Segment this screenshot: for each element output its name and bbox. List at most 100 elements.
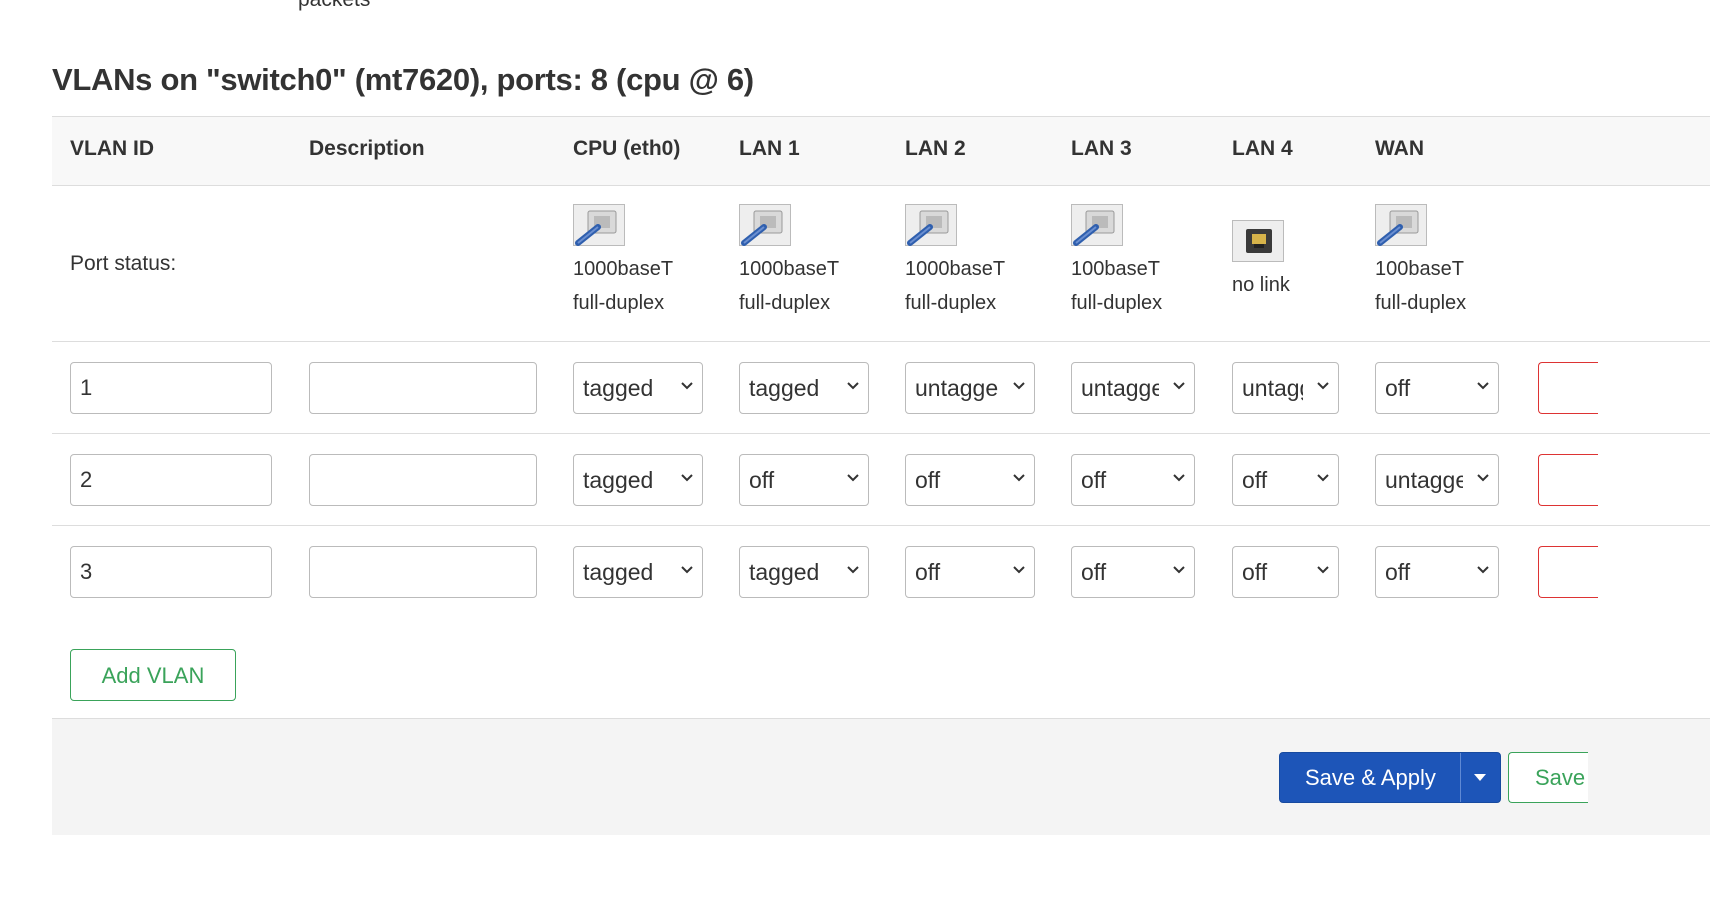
port-duplex: full-duplex (573, 292, 665, 314)
wan-port-select[interactable]: off (1375, 546, 1499, 598)
chevron-down-icon (1013, 566, 1025, 574)
select-value: off (1081, 467, 1107, 493)
ethernet-connected-icon (1071, 204, 1123, 246)
cpu-port-select[interactable]: tagged (573, 546, 703, 598)
section-title: VLANs on "switch0" (mt7620), ports: 8 (c… (52, 62, 754, 97)
table-header: VLAN ID Description CPU (eth0) LAN 1 LAN… (52, 117, 1710, 186)
select-value: tagged (583, 559, 654, 585)
chevron-down-icon (1173, 382, 1185, 390)
delete-vlan-button[interactable] (1538, 546, 1598, 598)
ethernet-connected-icon (1375, 204, 1427, 246)
port-speed: 1000baseT (739, 258, 840, 280)
lan2-port-select[interactable]: untagged (905, 362, 1035, 414)
wan-port-select[interactable]: off (1375, 362, 1499, 414)
select-value: untagged (1242, 375, 1303, 401)
chevron-down-icon (1477, 382, 1489, 390)
column-header-vlan-id: VLAN ID (70, 137, 154, 160)
select-value: untagged (1385, 467, 1463, 493)
column-header-lan4: LAN 4 (1232, 137, 1293, 160)
chevron-down-icon (681, 566, 693, 574)
chevron-down-icon (681, 382, 693, 390)
lan3-port-select[interactable]: off (1071, 546, 1195, 598)
port-duplex: full-duplex (1375, 292, 1467, 314)
port-status-lan2: 1000baseT full-duplex (905, 204, 1055, 320)
port-speed: 1000baseT (905, 258, 1006, 280)
add-vlan-button[interactable]: Add VLAN (70, 649, 236, 701)
chevron-down-icon (681, 474, 693, 482)
vlan-row: 1 tagged tagged untagged untagged untagg… (52, 342, 1710, 434)
page-actions-footer: Save & Apply Save (52, 718, 1710, 835)
port-duplex: full-duplex (739, 292, 831, 314)
port-status-lan3: 100baseT full-duplex (1071, 204, 1221, 320)
select-value: untagged (1081, 375, 1159, 401)
vlan-table: VLAN ID Description CPU (eth0) LAN 1 LAN… (52, 116, 1710, 719)
lan4-port-select[interactable]: off (1232, 546, 1339, 598)
chevron-down-icon (1317, 566, 1329, 574)
previous-section-text: packets (298, 0, 370, 12)
port-speed: no link (1232, 274, 1290, 296)
chevron-down-icon (847, 382, 859, 390)
chevron-down-icon (1477, 566, 1489, 574)
chevron-down-icon (1013, 474, 1025, 482)
port-speed: 1000baseT (573, 258, 674, 280)
vlan-id-input[interactable]: 3 (70, 546, 272, 598)
port-status-row: Port status: 1000baseT full-duplex 1000b… (52, 186, 1710, 342)
lan1-port-select[interactable]: off (739, 454, 869, 506)
port-status-lan1: 1000baseT full-duplex (739, 204, 889, 320)
column-header-description: Description (309, 137, 425, 160)
cpu-port-select[interactable]: tagged (573, 454, 703, 506)
lan1-port-select[interactable]: tagged (739, 546, 869, 598)
port-status-lan4: no link (1232, 204, 1382, 302)
description-input[interactable] (309, 546, 537, 598)
select-value: tagged (749, 559, 820, 585)
select-value: off (1242, 559, 1268, 585)
port-speed: 100baseT (1071, 258, 1160, 280)
lan4-port-select[interactable]: off (1232, 454, 1339, 506)
caret-down-icon[interactable] (1473, 773, 1487, 783)
wan-port-select[interactable]: untagged (1375, 454, 1499, 506)
vlan-id-input[interactable]: 2 (70, 454, 272, 506)
select-value: untagged (915, 375, 999, 401)
select-value: off (1081, 559, 1107, 585)
chevron-down-icon (1173, 566, 1185, 574)
chevron-down-icon (847, 566, 859, 574)
lan3-port-select[interactable]: off (1071, 454, 1195, 506)
column-header-lan2: LAN 2 (905, 137, 966, 160)
chevron-down-icon (1317, 382, 1329, 390)
select-value: tagged (583, 375, 654, 401)
select-value: tagged (749, 375, 820, 401)
port-duplex: full-duplex (905, 292, 997, 314)
column-header-lan1: LAN 1 (739, 137, 800, 160)
lan4-port-select[interactable]: untagged (1232, 362, 1339, 414)
vlan-id-input[interactable]: 1 (70, 362, 272, 414)
delete-vlan-button[interactable] (1538, 454, 1598, 506)
select-value: off (1385, 375, 1411, 401)
chevron-down-icon (1173, 474, 1185, 482)
description-input[interactable] (309, 362, 537, 414)
column-header-cpu: CPU (eth0) (573, 137, 681, 160)
save-apply-button[interactable]: Save & Apply (1279, 752, 1501, 803)
chevron-down-icon (1317, 474, 1329, 482)
column-header-wan: WAN (1375, 137, 1424, 160)
column-header-lan3: LAN 3 (1071, 137, 1132, 160)
chevron-down-icon (847, 474, 859, 482)
port-duplex: full-duplex (1071, 292, 1163, 314)
lan1-port-select[interactable]: tagged (739, 362, 869, 414)
select-value: off (915, 559, 941, 585)
select-value: tagged (583, 467, 654, 493)
save-apply-label: Save & Apply (1305, 765, 1436, 790)
lan2-port-select[interactable]: off (905, 454, 1035, 506)
port-speed: 100baseT (1375, 258, 1464, 280)
select-value: off (1242, 467, 1268, 493)
delete-vlan-button[interactable] (1538, 362, 1598, 414)
ethernet-connected-icon (905, 204, 957, 246)
lan3-port-select[interactable]: untagged (1071, 362, 1195, 414)
cpu-port-select[interactable]: tagged (573, 362, 703, 414)
button-divider (1460, 753, 1461, 802)
select-value: off (1385, 559, 1411, 585)
lan2-port-select[interactable]: off (905, 546, 1035, 598)
ethernet-disconnected-icon (1232, 220, 1284, 262)
chevron-down-icon (1013, 382, 1025, 390)
description-input[interactable] (309, 454, 537, 506)
save-button[interactable]: Save (1508, 752, 1588, 803)
